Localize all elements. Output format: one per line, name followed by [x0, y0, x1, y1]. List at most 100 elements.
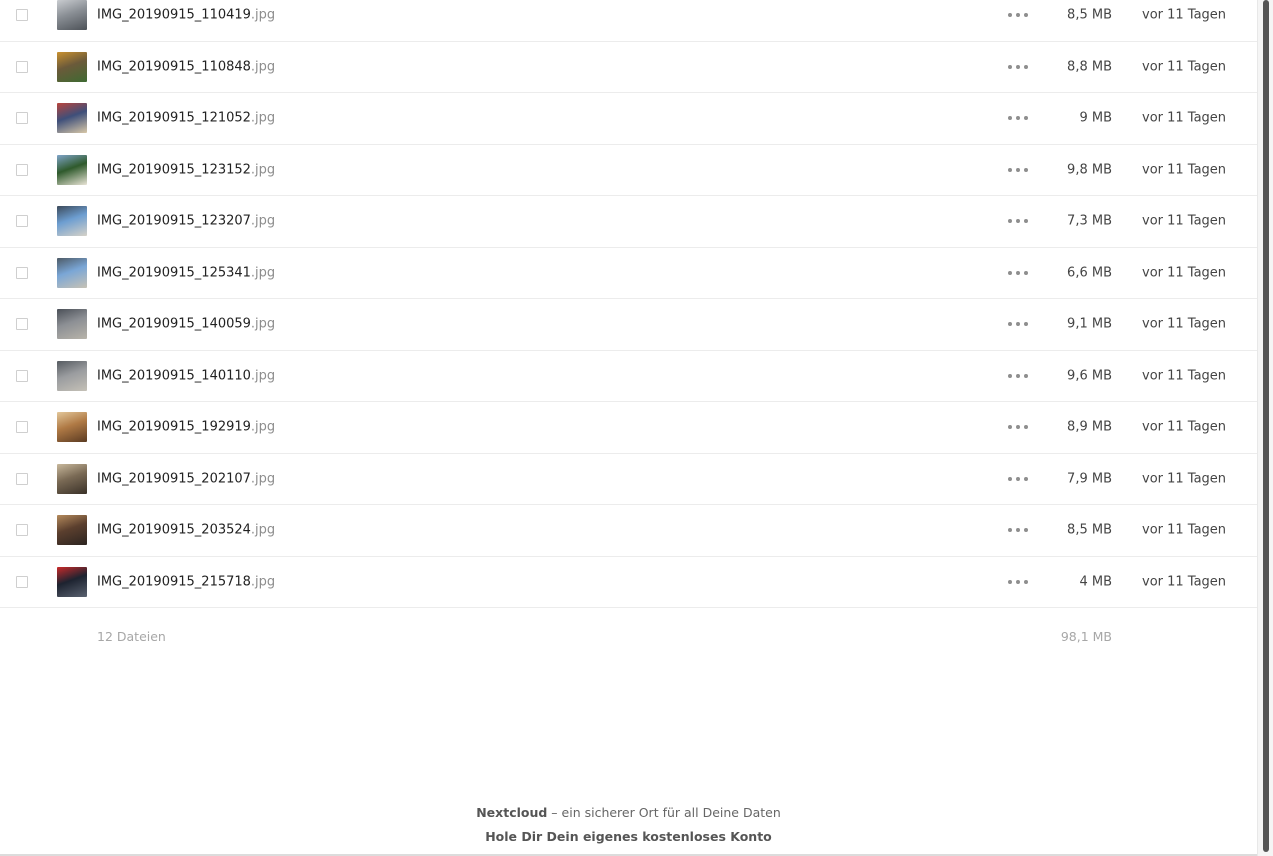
file-name-extension: .jpg [250, 522, 276, 538]
file-thumbnail-image[interactable] [57, 257, 87, 288]
row-select-checkbox[interactable] [16, 318, 28, 331]
file-modified-date: vor 11 Tagen [1142, 162, 1227, 178]
file-name-base: IMG_20190915_110848 [97, 59, 251, 75]
more-actions-dot [1008, 270, 1012, 275]
file-name-extension: .jpg [250, 162, 276, 178]
row-select-checkbox[interactable] [16, 369, 28, 382]
more-actions-icon[interactable] [1008, 214, 1028, 228]
scrollbar-thumb[interactable] [1263, 0, 1269, 852]
file-thumbnail-image[interactable] [57, 103, 87, 134]
more-actions-icon[interactable] [1008, 472, 1028, 486]
file-row[interactable]: IMG_20190915_123152.jpg 9,8 MB vor 11 Tage… [0, 145, 1257, 196]
file-size: 4 MB [1079, 574, 1112, 590]
row-select-checkbox[interactable] [16, 575, 28, 588]
more-actions-dot [1008, 167, 1012, 172]
file-row[interactable]: IMG_20190915_110848.jpg 8,8 MB vor 11 Tage… [0, 42, 1257, 93]
file-thumbnail-image[interactable] [57, 0, 87, 31]
footer-brand[interactable]: Nextcloud [476, 805, 547, 820]
file-thumbnail-image[interactable] [57, 51, 87, 82]
more-actions-icon[interactable] [1008, 8, 1028, 22]
row-select-checkbox[interactable] [16, 60, 28, 73]
file-list-summary: 12 Dateien 98,1 MB [0, 608, 1257, 668]
file-thumbnail-image[interactable] [57, 463, 87, 494]
file-name-base: IMG_20190915_192919 [97, 419, 251, 435]
more-actions-dot [1016, 322, 1020, 327]
file-name[interactable]: IMG_20190915_110848.jpg [97, 59, 275, 74]
more-actions-icon[interactable] [1008, 420, 1028, 434]
more-actions-dot [1008, 373, 1012, 378]
file-row[interactable]: IMG_20190915_123207.jpg 7,3 MB vor 11 Tage… [0, 196, 1257, 248]
row-select-checkbox[interactable] [16, 215, 28, 228]
file-thumbnail-image[interactable] [57, 309, 87, 340]
row-select-checkbox[interactable] [16, 9, 28, 22]
file-name[interactable]: IMG_20190915_110419.jpg [97, 8, 275, 23]
file-row[interactable]: IMG_20190915_203524.jpg 8,5 MB vor 11 Tage… [0, 505, 1257, 557]
file-name-extension: .jpg [250, 265, 276, 281]
more-actions-dot [1016, 579, 1020, 584]
more-actions-dot [1024, 167, 1028, 172]
file-name[interactable]: IMG_20190915_203524.jpg [97, 523, 275, 538]
file-thumbnail-image[interactable] [57, 515, 87, 546]
file-thumbnail-image[interactable] [57, 206, 87, 237]
more-actions-dot [1016, 270, 1020, 275]
more-actions-dot [1008, 528, 1012, 533]
more-actions-dot [1016, 528, 1020, 533]
file-row[interactable]: IMG_20190915_140110.jpg 9,6 MB vor 11 Tage… [0, 351, 1257, 402]
file-row[interactable]: IMG_20190915_140059.jpg 9,1 MB vor 11 Tage… [0, 299, 1257, 351]
file-size: 8,8 MB [1067, 59, 1112, 75]
more-actions-dot [1024, 13, 1028, 18]
file-row[interactable]: IMG_20190915_121052.jpg 9 MB vor 11 Tagen [0, 93, 1257, 145]
more-actions-dot [1016, 373, 1020, 378]
file-name-extension: .jpg [250, 574, 276, 590]
file-modified-date: vor 11 Tagen [1142, 574, 1227, 590]
file-name-base: IMG_20190915_140110 [97, 368, 251, 384]
more-actions-dot [1024, 528, 1028, 533]
row-select-checkbox[interactable] [16, 266, 28, 279]
file-name[interactable]: IMG_20190915_121052.jpg [97, 111, 275, 126]
more-actions-icon[interactable] [1008, 575, 1028, 589]
more-actions-icon[interactable] [1008, 317, 1028, 331]
more-actions-dot [1016, 116, 1020, 121]
more-actions-icon[interactable] [1008, 163, 1028, 177]
file-modified-date: vor 11 Tagen [1142, 7, 1227, 23]
file-name-extension: .jpg [250, 368, 276, 384]
row-select-checkbox[interactable] [16, 112, 28, 125]
file-thumbnail-image[interactable] [57, 566, 87, 597]
more-actions-icon[interactable] [1008, 111, 1028, 125]
file-thumbnail-image[interactable] [57, 154, 87, 185]
row-select-checkbox[interactable] [16, 524, 28, 537]
footer-signup-link[interactable]: Hole Dir Dein eigenes kostenloses Konto [0, 829, 1257, 844]
row-select-checkbox[interactable] [16, 472, 28, 485]
file-name[interactable]: IMG_20190915_123152.jpg [97, 162, 275, 177]
row-select-checkbox[interactable] [16, 421, 28, 434]
file-name[interactable]: IMG_20190915_215718.jpg [97, 574, 275, 589]
file-name[interactable]: IMG_20190915_123207.jpg [97, 214, 275, 229]
file-thumbnail-image[interactable] [57, 360, 87, 391]
file-size: 9,8 MB [1067, 162, 1112, 178]
more-actions-dot [1024, 579, 1028, 584]
file-size: 7,3 MB [1067, 213, 1112, 229]
more-actions-icon[interactable] [1008, 60, 1028, 74]
file-row[interactable]: IMG_20190915_202107.jpg 7,9 MB vor 11 Tage… [0, 454, 1257, 505]
file-row[interactable]: IMG_20190915_110419.jpg 8,5 MB vor 11 Tage… [0, 0, 1257, 42]
file-size: 9,6 MB [1067, 368, 1112, 384]
more-actions-icon[interactable] [1008, 369, 1028, 383]
file-thumbnail-image[interactable] [57, 412, 87, 443]
file-name[interactable]: IMG_20190915_140110.jpg [97, 368, 275, 383]
more-actions-dot [1024, 116, 1028, 121]
more-actions-icon[interactable] [1008, 523, 1028, 537]
file-row[interactable]: IMG_20190915_125341.jpg 6,6 MB vor 11 Tage… [0, 248, 1257, 299]
file-name[interactable]: IMG_20190915_202107.jpg [97, 471, 275, 486]
file-name-base: IMG_20190915_125341 [97, 265, 251, 281]
file-name[interactable]: IMG_20190915_140059.jpg [97, 317, 275, 332]
vertical-scrollbar[interactable] [1257, 0, 1273, 856]
file-row[interactable]: IMG_20190915_215718.jpg 4 MB vor 11 Tagen [0, 557, 1257, 608]
more-actions-icon[interactable] [1008, 266, 1028, 280]
more-actions-dot [1024, 425, 1028, 430]
file-name[interactable]: IMG_20190915_125341.jpg [97, 265, 275, 280]
file-row[interactable]: IMG_20190915_192919.jpg 8,9 MB vor 11 Tage… [0, 402, 1257, 454]
file-name[interactable]: IMG_20190915_192919.jpg [97, 420, 275, 435]
footer-tagline: – ein sicherer Ort für all Deine Daten [547, 805, 781, 820]
file-size: 9 MB [1079, 110, 1112, 126]
row-select-checkbox[interactable] [16, 163, 28, 176]
